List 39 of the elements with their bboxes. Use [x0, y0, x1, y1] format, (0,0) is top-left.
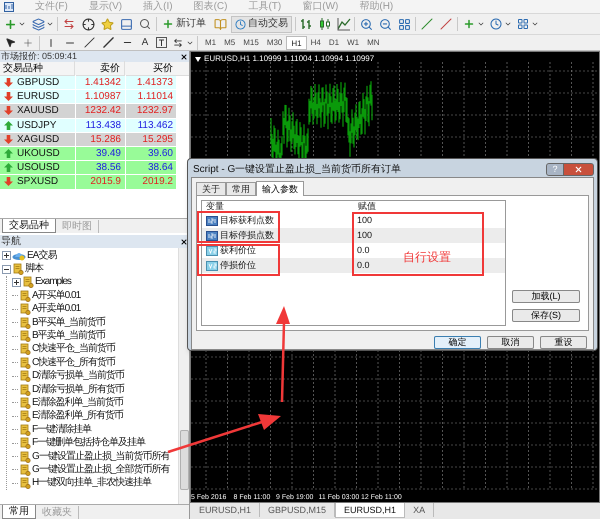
dialog-title: Script - G一键设置止盈止损_当前货币所有订单: [193, 162, 401, 177]
bid-cell: 113.438: [86, 120, 121, 131]
bid-cell: 1.10987: [84, 91, 121, 102]
panel-title: 市场报价: 05:09:41: [1, 52, 78, 61]
ask-cell: 1232.97: [136, 105, 173, 116]
bid-cell: 2015.9: [90, 176, 121, 188]
param-value: 100: [357, 228, 372, 242]
param-name: 停损价位: [220, 258, 256, 272]
ask-cell: 38.64: [148, 162, 173, 174]
bid-cell: 1232.42: [84, 105, 121, 116]
ask-cell: 1.41373: [136, 77, 173, 88]
panel-title: 导航: [1, 236, 21, 246]
ask-cell: 15.295: [142, 134, 173, 145]
chart-title: EURUSD,H1 1.10999 1.11004 1.10994 1.10997: [204, 55, 374, 63]
param-value: 0.0: [357, 258, 370, 272]
symbol-cell-text: USOUSD: [17, 161, 60, 176]
symbol-cell-text: UKOUSD: [17, 147, 60, 162]
symbol-cell-text: XAUUSD: [17, 104, 59, 118]
param-value: 100: [357, 214, 372, 227]
bid-cell: 15.286: [90, 134, 121, 145]
ask-cell: 113.462: [138, 120, 173, 131]
symbol-cell-text: EURUSD: [17, 90, 60, 104]
ask-cell: 39.60: [148, 148, 173, 160]
param-value: 0.0: [357, 244, 370, 257]
bid-cell: 39.49: [96, 148, 121, 160]
param-name: 目标获利点数: [220, 214, 274, 227]
param-name: 目标停损点数: [220, 228, 274, 242]
symbol-cell-text: SPXUSD: [17, 175, 58, 190]
ask-cell: 2019.2: [142, 176, 173, 188]
symbol-cell-text: GBPUSD: [17, 76, 60, 90]
bid-cell: 38.56: [96, 162, 121, 174]
column-header: 买价: [152, 62, 174, 76]
symbol-cell-text: XAGUSD: [17, 132, 60, 147]
column-header: 变量: [205, 200, 225, 214]
param-name: 获利价位: [220, 244, 256, 257]
bid-cell: 1.41342: [84, 77, 121, 88]
ask-cell: 1.11014: [138, 91, 173, 102]
column-header: 赋值: [357, 200, 376, 214]
symbol-cell-text: USDJPY: [17, 118, 56, 133]
